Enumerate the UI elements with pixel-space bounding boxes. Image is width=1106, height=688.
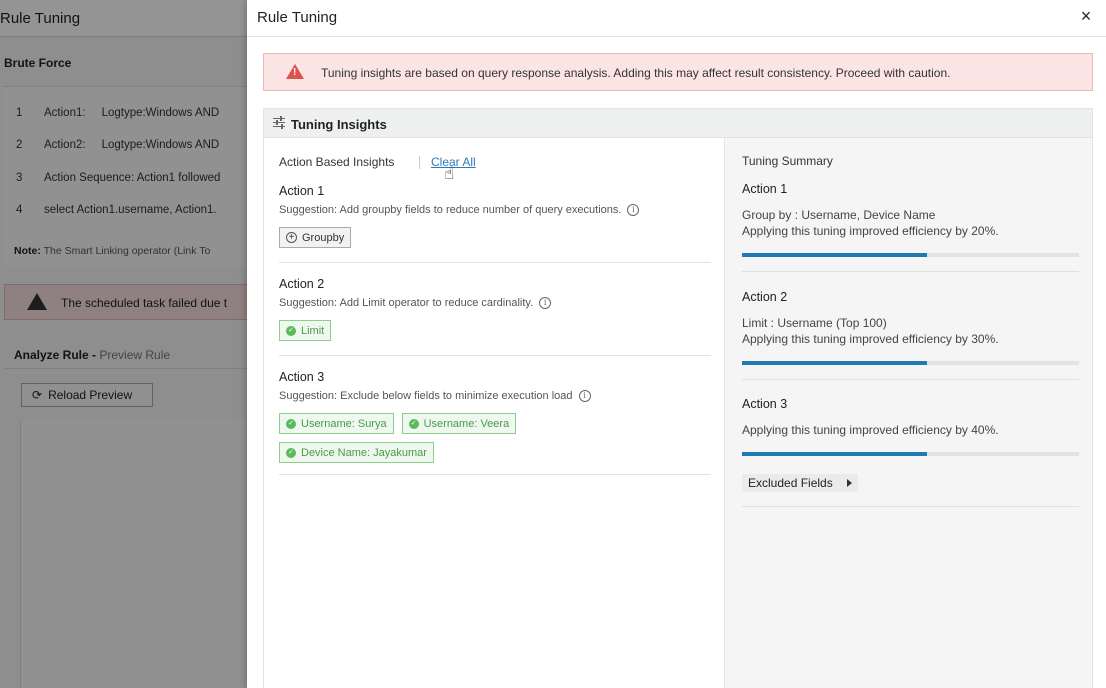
action-title: Action 3	[279, 370, 325, 384]
divider	[279, 262, 711, 263]
suggestion: Suggestion: Exclude below fields to mini…	[279, 390, 711, 402]
action-title: Action 1	[279, 184, 325, 198]
check-circle-icon: ✓	[408, 418, 419, 429]
insight-action-2: Action 2 Suggestion: Add Limit operator …	[279, 277, 711, 341]
check-circle-icon: ✓	[286, 418, 296, 429]
summary-action-3: Action 3 Applying this tuning improved e…	[742, 397, 1079, 492]
check-circle-icon: ✓	[286, 325, 296, 336]
efficiency-progress-bar	[742, 253, 1079, 257]
close-icon[interactable]: ×	[1076, 6, 1096, 26]
summary-title: Action 3	[742, 397, 788, 411]
summary-efficiency: Applying this tuning improved efficiency…	[742, 332, 999, 346]
suggestion: Suggestion: Add groupby fields to reduce…	[279, 204, 711, 216]
panel-header: Tuning Insights	[264, 109, 1092, 138]
divider	[742, 506, 1079, 507]
excluded-field-tag[interactable]: ✓ Username: Veera	[401, 413, 517, 434]
summary-efficiency: Applying this tuning improved efficiency…	[742, 224, 999, 238]
summary-title: Action 1	[742, 182, 788, 196]
summary-detail: Limit : Username (Top 100)	[742, 316, 887, 330]
rule-tuning-modal: Rule Tuning × Tuning insights are based …	[247, 0, 1106, 688]
add-circle-icon: +	[286, 232, 297, 243]
summary-action-1: Action 1 Group by : Username, Device Nam…	[742, 182, 1079, 257]
insight-action-3: Action 3 Suggestion: Exclude below field…	[279, 370, 711, 463]
efficiency-progress-bar	[742, 361, 1079, 365]
summary-heading: Tuning Summary	[742, 154, 833, 168]
action-insights: Action Based Insights Clear All ☝ Action…	[264, 138, 724, 688]
summary-action-2: Action 2 Limit : Username (Top 100) Appl…	[742, 290, 1079, 365]
info-icon[interactable]: i	[578, 390, 591, 402]
info-icon[interactable]: i	[539, 297, 552, 309]
warning-icon	[286, 64, 304, 79]
sliders-icon	[273, 116, 285, 129]
limit-tag[interactable]: ✓ Limit	[279, 320, 332, 341]
divider	[279, 355, 711, 356]
excluded-field-tag[interactable]: ✓ Device Name: Jayakumar	[279, 442, 434, 463]
efficiency-progress-bar	[742, 452, 1079, 456]
excluded-field-tag[interactable]: ✓ Username: Surya	[279, 413, 394, 434]
groupby-tag[interactable]: + Groupby	[279, 227, 352, 248]
suggestion: Suggestion: Add Limit operator to reduce…	[279, 297, 711, 309]
divider	[742, 271, 1079, 272]
caution-banner: Tuning insights are based on query respo…	[263, 53, 1093, 91]
caution-text: Tuning insights are based on query respo…	[321, 66, 951, 80]
action-title: Action 2	[279, 277, 325, 291]
summary-title: Action 2	[742, 290, 788, 304]
caret-right-icon	[846, 479, 852, 487]
tuning-summary: Tuning Summary Action 1 Group by : Usern…	[724, 138, 1092, 688]
insight-action-1: Action 1 Suggestion: Add groupby fields …	[279, 184, 711, 248]
modal-header: Rule Tuning ×	[247, 0, 1106, 37]
excluded-fields-button[interactable]: Excluded Fields	[742, 474, 858, 492]
divider	[742, 379, 1079, 380]
hand-cursor-icon: ☝	[444, 164, 455, 183]
divider	[279, 474, 711, 475]
tuning-insights-panel: Tuning Insights Action Based Insights Cl…	[263, 108, 1093, 688]
summary-efficiency: Applying this tuning improved efficiency…	[742, 423, 999, 437]
divider	[419, 156, 420, 169]
check-circle-icon: ✓	[286, 447, 296, 458]
insights-heading: Action Based Insights	[279, 155, 395, 169]
info-icon[interactable]: i	[627, 204, 640, 216]
panel-title: Tuning Insights	[291, 117, 387, 132]
summary-detail: Group by : Username, Device Name	[742, 208, 936, 222]
modal-title: Rule Tuning	[257, 9, 338, 26]
